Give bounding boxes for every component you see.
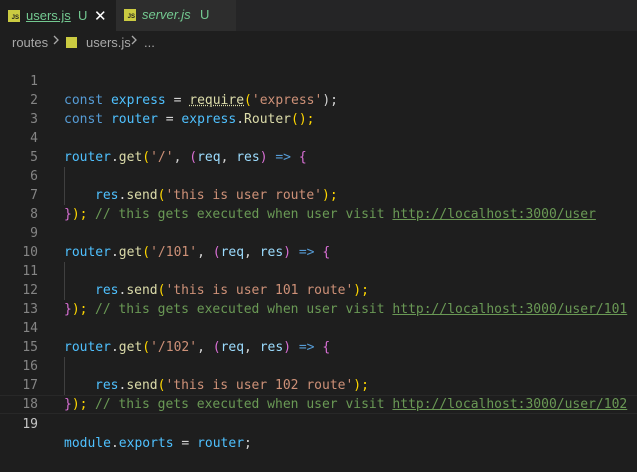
tab-label: server.js — [142, 7, 191, 22]
code-line[interactable]: 3 — [0, 91, 637, 127]
javascript-file-icon — [66, 37, 77, 48]
untracked-badge: U — [200, 7, 210, 22]
code-line[interactable]: 8 — [0, 186, 637, 222]
token: exports — [118, 436, 174, 451]
code-line[interactable]: 1 const express = require('express'); — [0, 53, 637, 108]
code-line[interactable]: 18 — [0, 376, 637, 412]
code-line[interactable]: 11 // this gets executed when user visit… — [0, 243, 637, 317]
code-line-current[interactable]: 19 module.exports = router; — [0, 395, 637, 451]
token: . — [110, 436, 119, 451]
token: router — [197, 436, 245, 451]
breadcrumb-symbols[interactable]: ... — [144, 35, 155, 50]
untracked-badge: U — [78, 8, 88, 23]
chevron-right-icon — [52, 34, 60, 49]
token: = — [173, 436, 198, 451]
code-line[interactable]: 17 }); — [0, 357, 637, 412]
code-line[interactable]: 9 router.get('/101', (req, res) => { — [0, 205, 637, 260]
chevron-right-icon — [130, 34, 138, 49]
code-line[interactable]: 5 res.send('this is user route'); — [0, 129, 637, 203]
tab-server-js[interactable]: JS server.js U — [116, 0, 237, 31]
code-line[interactable]: 13 — [0, 281, 637, 317]
code-line[interactable]: 16 // this gets executed when user visit… — [0, 338, 637, 412]
tab-users-js[interactable]: JS users.js U ✕ — [0, 0, 116, 31]
breadcrumb-folder[interactable]: routes — [12, 35, 48, 50]
javascript-file-icon: JS — [124, 9, 136, 21]
token: module — [64, 436, 111, 451]
code-editor[interactable]: 1 const express = require('express'); 2 … — [0, 53, 637, 451]
breadcrumb-file[interactable]: users.js — [86, 35, 131, 50]
code-line[interactable]: 12 }); — [0, 262, 637, 317]
code-line[interactable]: 4 router.get('/', (req, res) => { — [0, 110, 637, 165]
close-icon[interactable]: ✕ — [94, 7, 107, 25]
code-line[interactable]: 14 router.get('/102', (req, res) => { — [0, 300, 637, 355]
tab-label: users.js — [26, 8, 71, 23]
breadcrumb: routes users.js ... — [0, 31, 637, 53]
code-line[interactable]: 15 res.send('this is user 102 route'); — [0, 319, 637, 393]
javascript-file-icon: JS — [8, 10, 20, 22]
code-line[interactable]: 2 const router = express.Router(); — [0, 72, 637, 127]
code-line[interactable]: 7 }); — [0, 167, 637, 222]
code-text: module.exports = router; — [64, 434, 252, 453]
code-line[interactable]: 10 res.send('this is user 101 route'); — [0, 224, 637, 298]
code-line[interactable]: 6 // this gets executed when user visit … — [0, 148, 637, 222]
token: ; — [244, 436, 252, 451]
editor-tab-bar: JS users.js U ✕ JS server.js U — [0, 0, 637, 31]
